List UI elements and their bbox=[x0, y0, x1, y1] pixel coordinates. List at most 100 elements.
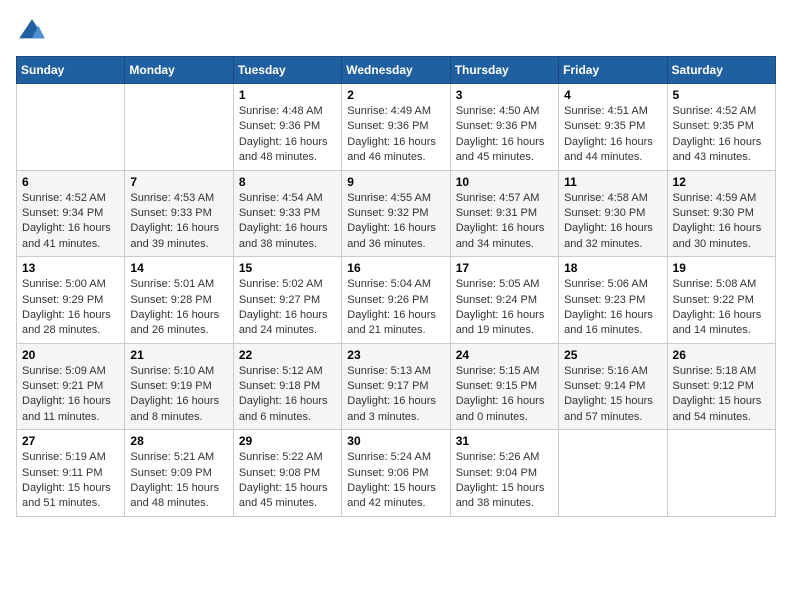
sunrise-label: Sunrise: 5:01 AM bbox=[130, 278, 214, 290]
sunset-label: Sunset: 9:18 PM bbox=[239, 380, 320, 392]
calendar-cell: 14 Sunrise: 5:01 AM Sunset: 9:28 PM Dayl… bbox=[125, 257, 233, 344]
sunrise-label: Sunrise: 5:19 AM bbox=[22, 451, 106, 463]
calendar-cell: 24 Sunrise: 5:15 AM Sunset: 9:15 PM Dayl… bbox=[450, 343, 558, 430]
sunrise-label: Sunrise: 4:58 AM bbox=[564, 192, 648, 204]
sunset-label: Sunset: 9:33 PM bbox=[239, 207, 320, 219]
sunrise-label: Sunrise: 4:52 AM bbox=[22, 192, 106, 204]
calendar-cell: 7 Sunrise: 4:53 AM Sunset: 9:33 PM Dayli… bbox=[125, 170, 233, 257]
day-number: 25 bbox=[564, 348, 661, 362]
week-row-1: 1 Sunrise: 4:48 AM Sunset: 9:36 PM Dayli… bbox=[17, 84, 776, 171]
sunset-label: Sunset: 9:30 PM bbox=[564, 207, 645, 219]
daylight-label: Daylight: 16 hours and 19 minutes. bbox=[456, 309, 545, 336]
calendar-table: SundayMondayTuesdayWednesdayThursdayFrid… bbox=[16, 56, 776, 517]
header-wednesday: Wednesday bbox=[342, 57, 450, 84]
calendar-header-row: SundayMondayTuesdayWednesdayThursdayFrid… bbox=[17, 57, 776, 84]
sunrise-label: Sunrise: 5:06 AM bbox=[564, 278, 648, 290]
sunset-label: Sunset: 9:32 PM bbox=[347, 207, 428, 219]
sunset-label: Sunset: 9:26 PM bbox=[347, 294, 428, 306]
day-info: Sunrise: 4:55 AM Sunset: 9:32 PM Dayligh… bbox=[347, 191, 444, 253]
calendar-cell: 31 Sunrise: 5:26 AM Sunset: 9:04 PM Dayl… bbox=[450, 430, 558, 517]
calendar-cell bbox=[17, 84, 125, 171]
sunrise-label: Sunrise: 5:13 AM bbox=[347, 365, 431, 377]
calendar-cell: 13 Sunrise: 5:00 AM Sunset: 9:29 PM Dayl… bbox=[17, 257, 125, 344]
calendar-cell: 29 Sunrise: 5:22 AM Sunset: 9:08 PM Dayl… bbox=[233, 430, 341, 517]
calendar-cell: 5 Sunrise: 4:52 AM Sunset: 9:35 PM Dayli… bbox=[667, 84, 775, 171]
daylight-label: Daylight: 16 hours and 34 minutes. bbox=[456, 222, 545, 249]
day-info: Sunrise: 5:01 AM Sunset: 9:28 PM Dayligh… bbox=[130, 277, 227, 339]
week-row-5: 27 Sunrise: 5:19 AM Sunset: 9:11 PM Dayl… bbox=[17, 430, 776, 517]
sunrise-label: Sunrise: 4:53 AM bbox=[130, 192, 214, 204]
week-row-3: 13 Sunrise: 5:00 AM Sunset: 9:29 PM Dayl… bbox=[17, 257, 776, 344]
sunset-label: Sunset: 9:22 PM bbox=[673, 294, 754, 306]
calendar-cell: 10 Sunrise: 4:57 AM Sunset: 9:31 PM Dayl… bbox=[450, 170, 558, 257]
day-number: 13 bbox=[22, 261, 119, 275]
sunset-label: Sunset: 9:36 PM bbox=[347, 120, 428, 132]
calendar-cell: 9 Sunrise: 4:55 AM Sunset: 9:32 PM Dayli… bbox=[342, 170, 450, 257]
day-info: Sunrise: 5:05 AM Sunset: 9:24 PM Dayligh… bbox=[456, 277, 553, 339]
day-number: 7 bbox=[130, 175, 227, 189]
day-info: Sunrise: 5:08 AM Sunset: 9:22 PM Dayligh… bbox=[673, 277, 770, 339]
sunset-label: Sunset: 9:17 PM bbox=[347, 380, 428, 392]
day-number: 15 bbox=[239, 261, 336, 275]
day-number: 1 bbox=[239, 88, 336, 102]
daylight-label: Daylight: 16 hours and 30 minutes. bbox=[673, 222, 762, 249]
daylight-label: Daylight: 15 hours and 38 minutes. bbox=[456, 482, 545, 509]
sunrise-label: Sunrise: 5:22 AM bbox=[239, 451, 323, 463]
day-number: 26 bbox=[673, 348, 770, 362]
calendar-cell: 3 Sunrise: 4:50 AM Sunset: 9:36 PM Dayli… bbox=[450, 84, 558, 171]
header-tuesday: Tuesday bbox=[233, 57, 341, 84]
day-info: Sunrise: 5:00 AM Sunset: 9:29 PM Dayligh… bbox=[22, 277, 119, 339]
calendar-cell: 2 Sunrise: 4:49 AM Sunset: 9:36 PM Dayli… bbox=[342, 84, 450, 171]
calendar-cell: 26 Sunrise: 5:18 AM Sunset: 9:12 PM Dayl… bbox=[667, 343, 775, 430]
day-number: 4 bbox=[564, 88, 661, 102]
week-row-2: 6 Sunrise: 4:52 AM Sunset: 9:34 PM Dayli… bbox=[17, 170, 776, 257]
day-info: Sunrise: 5:26 AM Sunset: 9:04 PM Dayligh… bbox=[456, 450, 553, 512]
day-info: Sunrise: 5:22 AM Sunset: 9:08 PM Dayligh… bbox=[239, 450, 336, 512]
day-info: Sunrise: 4:48 AM Sunset: 9:36 PM Dayligh… bbox=[239, 104, 336, 166]
daylight-label: Daylight: 15 hours and 42 minutes. bbox=[347, 482, 436, 509]
daylight-label: Daylight: 16 hours and 39 minutes. bbox=[130, 222, 219, 249]
daylight-label: Daylight: 16 hours and 41 minutes. bbox=[22, 222, 111, 249]
sunset-label: Sunset: 9:15 PM bbox=[456, 380, 537, 392]
calendar-cell: 20 Sunrise: 5:09 AM Sunset: 9:21 PM Dayl… bbox=[17, 343, 125, 430]
day-info: Sunrise: 4:59 AM Sunset: 9:30 PM Dayligh… bbox=[673, 191, 770, 253]
calendar-cell bbox=[559, 430, 667, 517]
sunset-label: Sunset: 9:09 PM bbox=[130, 467, 211, 479]
sunset-label: Sunset: 9:23 PM bbox=[564, 294, 645, 306]
day-info: Sunrise: 4:58 AM Sunset: 9:30 PM Dayligh… bbox=[564, 191, 661, 253]
day-number: 23 bbox=[347, 348, 444, 362]
calendar-cell: 25 Sunrise: 5:16 AM Sunset: 9:14 PM Dayl… bbox=[559, 343, 667, 430]
daylight-label: Daylight: 16 hours and 45 minutes. bbox=[456, 136, 545, 163]
sunset-label: Sunset: 9:14 PM bbox=[564, 380, 645, 392]
header-thursday: Thursday bbox=[450, 57, 558, 84]
daylight-label: Daylight: 16 hours and 48 minutes. bbox=[239, 136, 328, 163]
day-info: Sunrise: 5:15 AM Sunset: 9:15 PM Dayligh… bbox=[456, 364, 553, 426]
day-number: 10 bbox=[456, 175, 553, 189]
sunrise-label: Sunrise: 4:48 AM bbox=[239, 105, 323, 117]
day-info: Sunrise: 5:06 AM Sunset: 9:23 PM Dayligh… bbox=[564, 277, 661, 339]
page-header bbox=[16, 16, 776, 48]
logo-icon bbox=[16, 16, 48, 48]
daylight-label: Daylight: 16 hours and 36 minutes. bbox=[347, 222, 436, 249]
sunrise-label: Sunrise: 5:26 AM bbox=[456, 451, 540, 463]
calendar-cell: 6 Sunrise: 4:52 AM Sunset: 9:34 PM Dayli… bbox=[17, 170, 125, 257]
day-number: 12 bbox=[673, 175, 770, 189]
day-info: Sunrise: 5:12 AM Sunset: 9:18 PM Dayligh… bbox=[239, 364, 336, 426]
daylight-label: Daylight: 16 hours and 21 minutes. bbox=[347, 309, 436, 336]
calendar-cell: 23 Sunrise: 5:13 AM Sunset: 9:17 PM Dayl… bbox=[342, 343, 450, 430]
day-number: 19 bbox=[673, 261, 770, 275]
day-info: Sunrise: 4:53 AM Sunset: 9:33 PM Dayligh… bbox=[130, 191, 227, 253]
sunset-label: Sunset: 9:35 PM bbox=[564, 120, 645, 132]
daylight-label: Daylight: 15 hours and 51 minutes. bbox=[22, 482, 111, 509]
daylight-label: Daylight: 16 hours and 46 minutes. bbox=[347, 136, 436, 163]
day-number: 30 bbox=[347, 434, 444, 448]
calendar-cell: 28 Sunrise: 5:21 AM Sunset: 9:09 PM Dayl… bbox=[125, 430, 233, 517]
sunset-label: Sunset: 9:12 PM bbox=[673, 380, 754, 392]
sunrise-label: Sunrise: 5:10 AM bbox=[130, 365, 214, 377]
day-number: 28 bbox=[130, 434, 227, 448]
day-number: 14 bbox=[130, 261, 227, 275]
daylight-label: Daylight: 15 hours and 54 minutes. bbox=[673, 395, 762, 422]
sunset-label: Sunset: 9:30 PM bbox=[673, 207, 754, 219]
daylight-label: Daylight: 16 hours and 43 minutes. bbox=[673, 136, 762, 163]
calendar-cell: 17 Sunrise: 5:05 AM Sunset: 9:24 PM Dayl… bbox=[450, 257, 558, 344]
